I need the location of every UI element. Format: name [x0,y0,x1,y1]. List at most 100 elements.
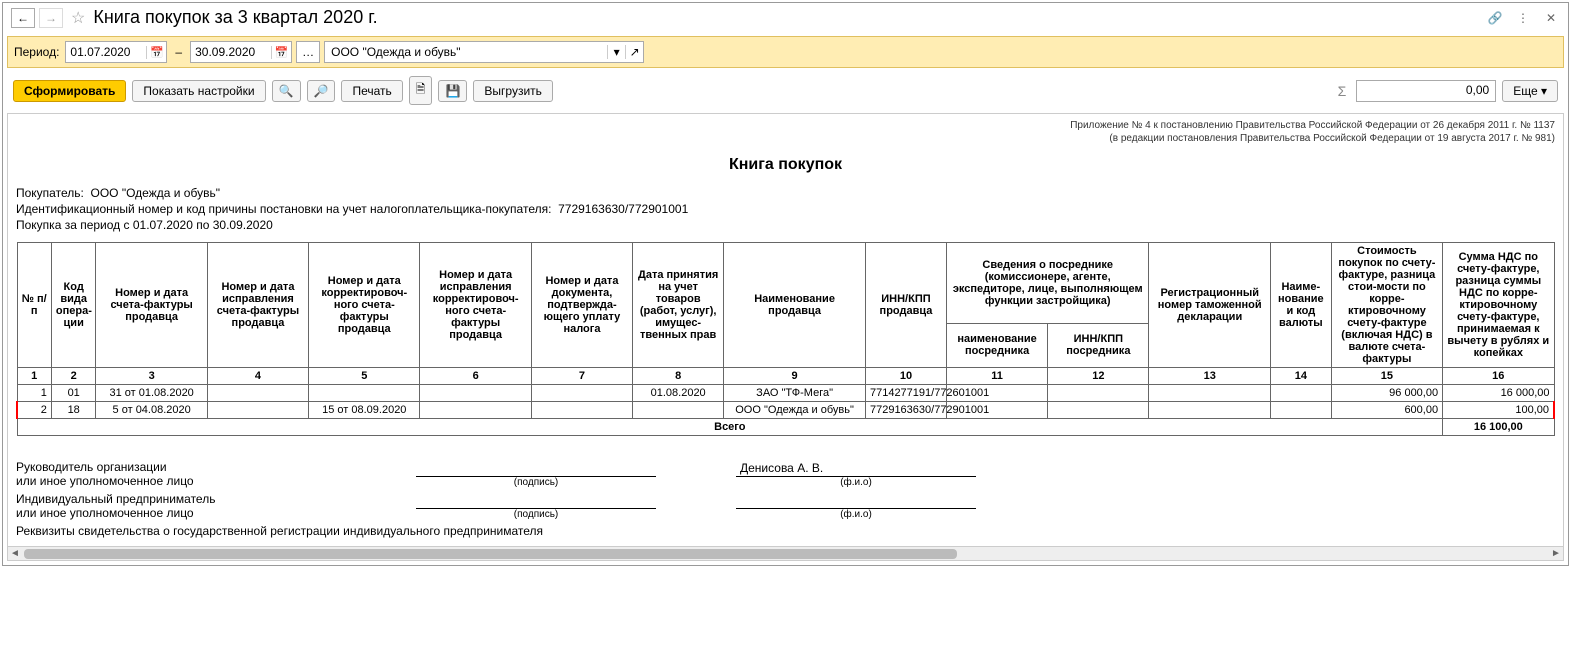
inn-line: Идентификационный номер и код причины по… [16,202,1555,216]
table-cell [1270,385,1331,402]
upload-button[interactable]: Выгрузить [473,80,553,102]
column-number: 1 [17,368,51,385]
table-cell [633,402,724,419]
table-row[interactable]: 2185 от 04.08.202015 от 08.09.2020ООО "О… [17,402,1554,419]
table-cell: 18 [51,402,96,419]
table-cell: 7729163630/772901001 [865,402,946,419]
report-title: Книга покупок [16,156,1555,174]
col-header-10: ИНН/КПП продавца [865,243,946,368]
table-cell [531,402,632,419]
col-header-12: ИНН/КПП посредника [1048,323,1149,367]
open-icon[interactable]: ↗ [625,45,643,59]
table-cell: 2 [17,402,51,419]
table-cell [531,385,632,402]
fio-line [736,493,976,509]
toolbar: Сформировать Показать настройки 🔍 🔎 Печа… [7,72,1564,109]
signature-line [416,493,656,509]
back-button[interactable]: ← [11,8,35,28]
table-cell [309,385,420,402]
table-cell [1048,385,1149,402]
table-cell [420,385,531,402]
period-label: Период: [14,45,59,59]
table-cell [207,385,308,402]
forward-button[interactable]: → [39,8,63,28]
more-button[interactable]: Еще ▾ [1502,80,1558,102]
column-number: 7 [531,368,632,385]
organization-select[interactable]: ▾ ↗ [324,41,644,63]
print-button[interactable]: Печать [341,80,402,102]
col-header-13: Регистрационный номер таможенной деклара… [1149,243,1271,368]
column-number: 15 [1331,368,1442,385]
calendar-icon[interactable]: 📅 [271,46,291,59]
col-header-3: Номер и дата счета-фактуры продавца [96,243,207,368]
table-cell: 96 000,00 [1331,385,1442,402]
zoom-out-icon[interactable]: 🔎 [307,80,336,102]
signatures-block: Руководитель организации или иное уполно… [16,460,1555,538]
total-label: Всего [17,419,1443,436]
col-header-9: Наименование продавца [724,243,866,368]
table-cell: 100,00 [1443,402,1554,419]
sum-value-box[interactable]: 0,00 [1356,80,1496,102]
column-number: 14 [1270,368,1331,385]
appendix-note-1: Приложение № 4 к постановлению Правитель… [16,120,1555,131]
table-cell [420,402,531,419]
link-icon[interactable]: 🔗 [1486,9,1504,27]
date-from-input[interactable] [66,43,146,61]
zoom-in-icon[interactable]: 🔍 [272,80,301,102]
kebab-icon[interactable]: ⋮ [1514,9,1532,27]
filter-bar: Период: 📅 – 📅 … ▾ ↗ [7,36,1564,68]
col-header-8: Дата принятия на учет товаров (работ, ус… [633,243,724,368]
table-cell: 5 от 04.08.2020 [96,402,207,419]
col-header-mediator: Сведения о посреднике (комиссионере, аге… [946,243,1149,324]
col-header-14: Наиме-нование и код валюты [1270,243,1331,368]
dropdown-icon[interactable]: ▾ [607,45,625,59]
form-button[interactable]: Сформировать [13,80,126,102]
purchase-book-table: № п/п Код вида опера-ции Номер и дата сч… [16,242,1555,436]
calendar-icon[interactable]: 📅 [146,46,166,59]
table-cell: ООО "Одежда и обувь" [724,402,866,419]
column-number: 16 [1443,368,1554,385]
col-header-6: Номер и дата исправления корректировоч-н… [420,243,531,368]
date-from-field[interactable]: 📅 [65,41,167,63]
show-settings-button[interactable]: Показать настройки [132,80,265,102]
page-title: Книга покупок за 3 квартал 2020 г. [93,7,377,28]
date-to-input[interactable] [191,43,271,61]
save-icon[interactable]: 💾 [438,80,467,102]
horizontal-scrollbar[interactable]: ◄► [8,546,1563,560]
table-cell: ЗАО "ТФ-Мега" [724,385,866,402]
close-icon[interactable]: ✕ [1542,9,1560,27]
period-picker-button[interactable]: … [296,41,320,63]
table-cell [1149,385,1271,402]
buyer-line: Покупатель: ООО "Одежда и обувь" [16,186,1555,200]
table-cell: 600,00 [1331,402,1442,419]
col-header-4: Номер и дата исправления счета-фактуры п… [207,243,308,368]
table-cell: 16 000,00 [1443,385,1554,402]
table-cell: 01.08.2020 [633,385,724,402]
preview-icon[interactable]: 🗎 [409,76,433,105]
favorite-star-icon[interactable]: ☆ [71,8,85,28]
col-header-5: Номер и дата корректировоч-ного счета-фа… [309,243,420,368]
appendix-note-2: (в редакции постановления Правительства … [16,133,1555,144]
table-cell [207,402,308,419]
range-dash: – [175,45,182,59]
table-row[interactable]: 10131 от 01.08.202001.08.2020ЗАО "ТФ-Мег… [17,385,1554,402]
col-header-11: наименование посредника [946,323,1047,367]
column-number: 4 [207,368,308,385]
column-number: 13 [1149,368,1271,385]
table-cell: 31 от 01.08.2020 [96,385,207,402]
column-number: 10 [865,368,946,385]
total-vat: 16 100,00 [1443,419,1554,436]
column-number: 3 [96,368,207,385]
column-number: 2 [51,368,96,385]
date-to-field[interactable]: 📅 [190,41,292,63]
table-cell: 7714277191/772601001 [865,385,946,402]
column-number: 11 [946,368,1047,385]
column-number: 12 [1048,368,1149,385]
fio-line: Денисова А. В. [736,461,976,477]
period-line: Покупка за период с 01.07.2020 по 30.09.… [16,218,1555,232]
col-header-2: Код вида опера-ции [51,243,96,368]
organization-input[interactable] [325,43,607,61]
column-number: 9 [724,368,866,385]
sum-symbol: Σ [1338,83,1347,99]
table-cell: 01 [51,385,96,402]
